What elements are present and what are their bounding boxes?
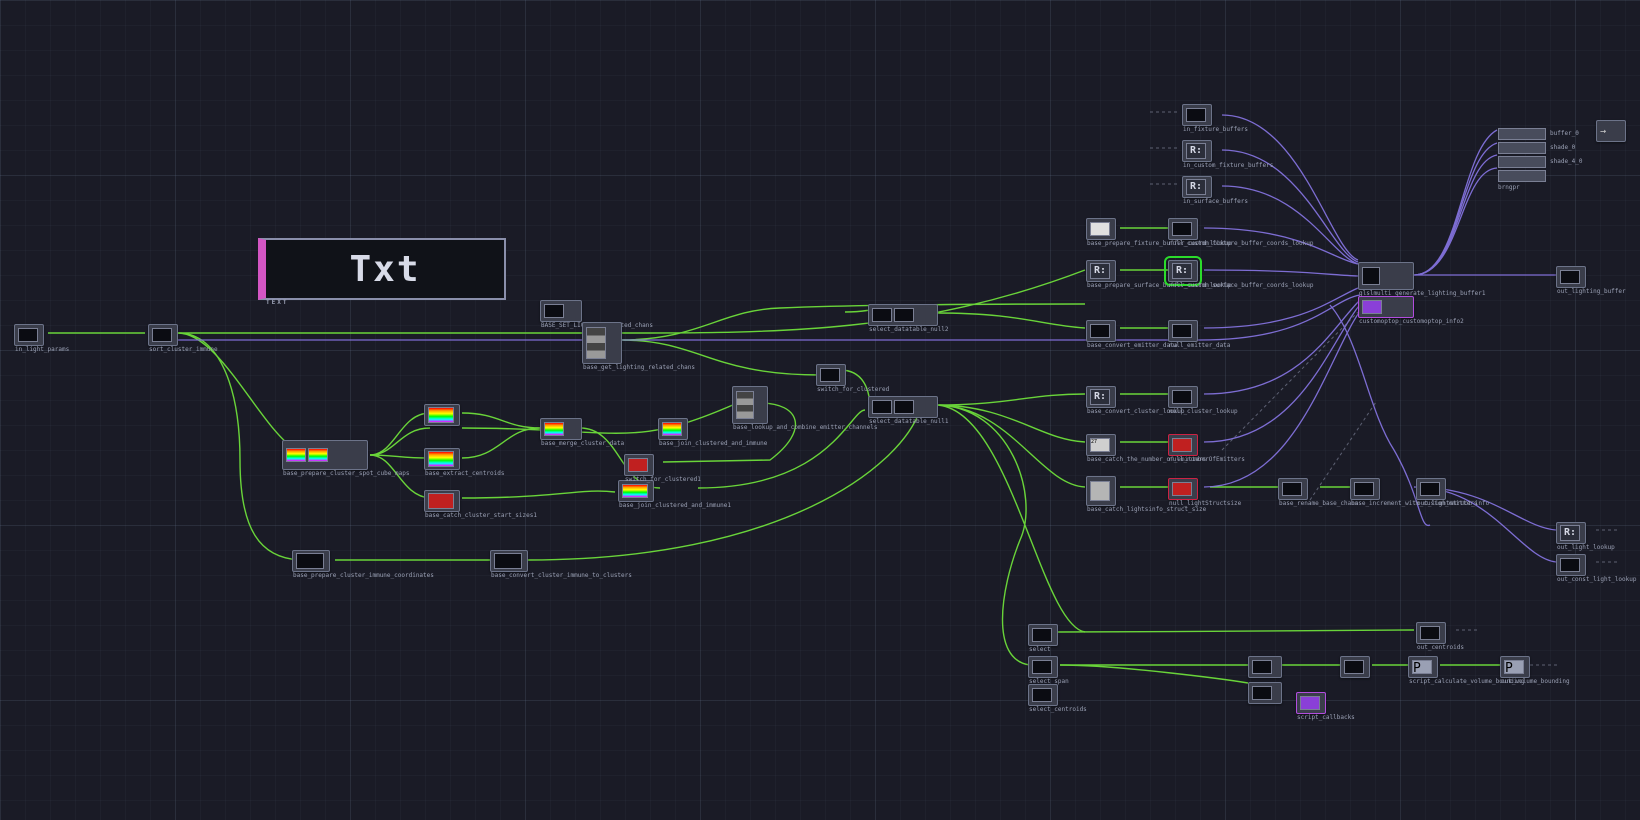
node-catch-num-emitters[interactable]: 27 base_catch_the_number_of_emitters <box>1086 434 1116 456</box>
node-merge-cluster-top[interactable] <box>424 404 460 426</box>
node-out-centroids[interactable]: out_centroids <box>1416 622 1446 644</box>
node-select-span[interactable]: select_span <box>1028 656 1058 678</box>
node-out-const-lookup[interactable]: out_const_light_lookup <box>1556 554 1586 576</box>
node-sort-cluster-immune[interactable]: sort_cluster_immune <box>148 324 178 346</box>
node-select-dt-1[interactable]: select_datatable_null2 <box>868 304 938 326</box>
node-in-custom-fixture[interactable]: R: in_custom_fixture_buffers <box>1182 140 1212 162</box>
node-select-mid[interactable] <box>1248 656 1282 678</box>
out-shade0[interactable] <box>1498 142 1546 154</box>
node-rename-base[interactable]: base_rename_base_chans <box>1278 478 1308 500</box>
node-generate-lighting[interactable]: glslmulti_generate_lighting_buffer1 <box>1358 262 1414 290</box>
node-select-mid2[interactable] <box>1248 682 1282 704</box>
node-prepare-immune[interactable]: base_prepare_cluster_immune_coordinates <box>292 550 330 572</box>
out-shade40[interactable] <box>1498 156 1546 168</box>
node-in-fixture-buffers[interactable]: in_fixture_buffers <box>1182 104 1212 126</box>
node-out-lightstruct[interactable]: out_lightstruct_info <box>1416 478 1446 500</box>
node-out-volume[interactable]: P out_volume_bounding <box>1500 656 1530 678</box>
node-null-lightstruct[interactable]: null_lightStructsize <box>1168 478 1198 500</box>
node-script-callbacks[interactable]: script_callbacks <box>1296 692 1326 714</box>
node-switch[interactable]: switch_for_clustered <box>816 364 846 386</box>
node-merge-cluster-data[interactable]: base_merge_cluster_data <box>540 418 582 440</box>
out-buffer0[interactable] <box>1498 128 1546 140</box>
node-switch1[interactable]: switch_for_clustered1 <box>624 454 654 476</box>
node-increment[interactable]: base_increment_with_custom_emitters <box>1350 478 1380 500</box>
node-out-light-lookup[interactable]: R: out_light_lookup <box>1556 522 1586 544</box>
grid-background <box>0 0 1640 820</box>
node-null-cluster[interactable]: null_cluster_lookup <box>1168 386 1198 408</box>
node-null-surface-selected[interactable]: R: null_custom_surface_buffer_coords_loo… <box>1168 260 1198 282</box>
node-final-out[interactable]: → <box>1596 120 1626 142</box>
node-out-lighting-buffer[interactable]: out_lighting_buffer <box>1556 266 1586 288</box>
node-convert-immune[interactable]: base_convert_cluster_immune_to_clusters <box>490 550 528 572</box>
node-script-volume[interactable]: P script_calculate_volume_bounding <box>1408 656 1438 678</box>
node-base-set-lighting-1[interactable]: BASE_SET_LIGHTING_related_chans <box>540 300 582 322</box>
out-brngpr[interactable] <box>1498 170 1546 182</box>
node-prepare-surface[interactable]: R: base_prepare_surface_buffer_coord_loo… <box>1086 260 1116 282</box>
txt-panel-label: TEXT <box>266 299 288 306</box>
node-convert-cluster[interactable]: R: base_convert_cluster_lookup <box>1086 386 1116 408</box>
node-null-emitter[interactable]: null_emitter_data <box>1168 320 1198 342</box>
node-select-t[interactable]: select <box>1028 624 1058 646</box>
node-null-fixture[interactable]: null_custom_fixture_buffer_coords_lookup <box>1168 218 1198 240</box>
node-in-surface-buffers[interactable]: R: in_surface_buffers <box>1182 176 1212 198</box>
node-select-centroids[interactable]: select_centroids <box>1028 684 1058 706</box>
node-lookup-combine[interactable]: base_lookup_and_combine_emitter_channels <box>732 386 768 424</box>
node-join-clustered2[interactable]: base_join_clustered_and_immune <box>658 418 688 440</box>
node-catch-cluster-starts[interactable]: base_catch_cluster_start_sizes1 <box>424 490 460 512</box>
node-convert-emitter[interactable]: base_convert_emitter_data <box>1086 320 1116 342</box>
node-prepare-fixture[interactable]: base_prepare_fixture_buffer_coord_lookup <box>1086 218 1116 240</box>
node-select-dt-2[interactable]: select_datatable_null1 <box>868 396 938 418</box>
node-prepare-cluster[interactable]: base_prepare_cluster_spot_cube_maps <box>282 440 368 470</box>
node-null-num-emitters[interactable]: null_numberOfEmitters <box>1168 434 1198 456</box>
node-customoptop[interactable]: customoptop_customoptop_info2 <box>1358 296 1414 318</box>
node-select-centroid-out[interactable] <box>1340 656 1370 678</box>
node-merge-cluster[interactable]: base_extract_centroids <box>424 448 460 470</box>
node-join-clustered[interactable]: base_join_clustered_and_immune1 <box>618 480 654 502</box>
txt-panel-title: Txt <box>349 249 420 290</box>
node-get-lighting[interactable]: base_get_lighting_related_chans <box>582 322 622 364</box>
text-panel[interactable]: Txt TEXT <box>258 238 506 300</box>
node-in-light-params[interactable]: in_light_params <box>14 324 44 346</box>
node-catch-lightsinfo[interactable]: base_catch_lightsinfo_struct_size <box>1086 476 1116 506</box>
